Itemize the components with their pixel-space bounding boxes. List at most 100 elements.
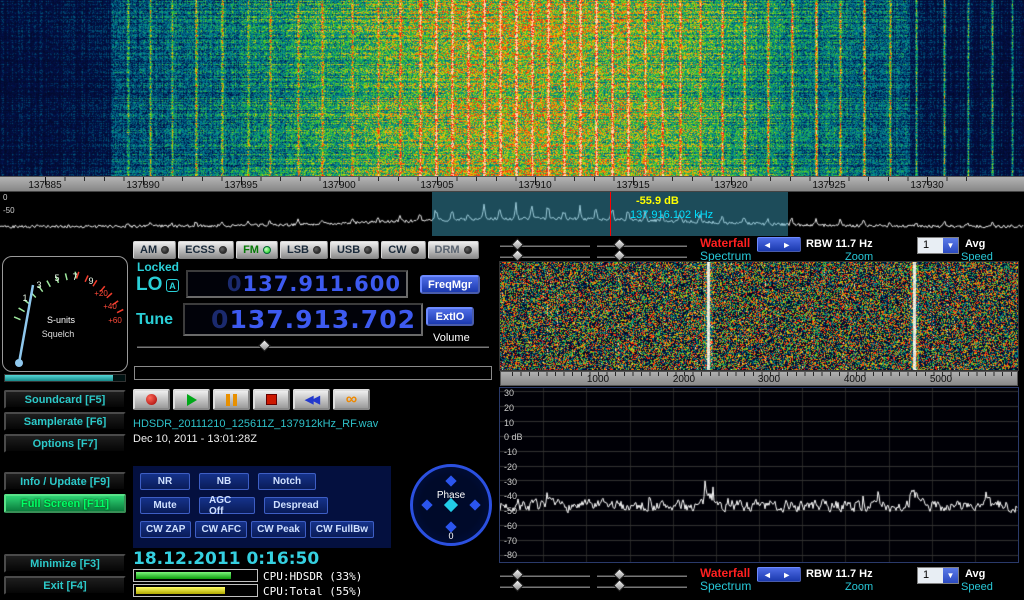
options-button[interactable]: Options [F7] — [4, 434, 126, 453]
lo-frequency-leading-zero: 0 — [227, 272, 243, 296]
cw-zap-button[interactable]: CW ZAP — [140, 521, 191, 538]
audio-scale-label: 5000 — [930, 374, 952, 385]
waterfall-tab[interactable]: Waterfall — [700, 236, 750, 250]
audio-waterfall-display[interactable] — [500, 262, 1018, 370]
mode-lsb-button[interactable]: LSB — [280, 241, 328, 259]
record-button[interactable] — [133, 389, 170, 410]
ruler-label: 137915 — [616, 180, 649, 191]
dsp-row-2: Mute AGC Off Despread — [140, 497, 328, 514]
tune-label: Tune — [136, 311, 173, 329]
locked-label: Locked — [137, 260, 179, 274]
exit-button[interactable]: Exit [F4] — [4, 576, 126, 595]
mode-drm-led-icon — [464, 246, 472, 254]
volume-slider-track[interactable] — [137, 345, 489, 348]
s-meter-tick-9: 9 — [88, 276, 93, 286]
notch-button[interactable]: Notch — [258, 473, 316, 490]
mode-usb-button[interactable]: USB — [330, 241, 379, 259]
mode-drm-button[interactable]: DRM — [428, 241, 479, 259]
cpu-total-bar-fill — [136, 587, 225, 594]
mode-am-led-icon — [161, 246, 169, 254]
spectrum-range-slider-track[interactable] — [597, 255, 687, 258]
lo-frequency-value: 137.911.600 — [243, 272, 401, 296]
smeter-bar-fill — [5, 375, 113, 381]
ruler-label: 137885 — [28, 180, 61, 191]
samplerate-button[interactable]: Samplerate [F6] — [4, 412, 126, 431]
cw-peak-button[interactable]: CW Peak — [251, 521, 306, 538]
db-scale-label: -70 — [504, 536, 517, 546]
lo-lock-badge[interactable]: A — [166, 279, 179, 292]
avg-dropdown[interactable]: 1 ▼ — [917, 237, 959, 254]
zoom-arrows-button[interactable]: ◄ ► — [757, 237, 801, 252]
mute-button[interactable]: Mute — [140, 497, 190, 514]
extio-button[interactable]: ExtIO — [426, 307, 474, 326]
s-meter-tick-5: 5 — [54, 273, 59, 283]
phase-dial[interactable]: Phase 0 — [410, 464, 492, 546]
play-button[interactable] — [173, 389, 210, 410]
ruler-label: 137925 — [812, 180, 845, 191]
mode-lsb-label: LSB — [287, 244, 309, 256]
waterfall-contrast-slider-track-2[interactable] — [597, 574, 687, 577]
rbw-readout: RBW 11.7 Hz — [806, 238, 873, 250]
mode-am-button[interactable]: AM — [133, 241, 176, 259]
freqmgr-button[interactable]: FreqMgr — [420, 275, 480, 294]
overview-spectrum[interactable]: 0 -50 -55.9 dB 137.916.102 kHz — [0, 192, 1024, 236]
rewind-button[interactable]: ◀◀ — [293, 389, 330, 410]
mode-usb-label: USB — [337, 244, 360, 256]
mode-fm-button[interactable]: FM — [236, 241, 278, 259]
avg-dropdown-arrow-icon[interactable]: ▼ — [943, 238, 958, 253]
tune-frequency-display[interactable]: 0137.913.702 — [183, 303, 423, 336]
agc-button[interactable]: AGC Off — [199, 497, 255, 514]
mode-drm-label: DRM — [435, 244, 460, 256]
s-meter-needle-pivot — [15, 359, 23, 367]
ruler-label: 137890 — [126, 180, 159, 191]
pause-button[interactable] — [213, 389, 250, 410]
spectrum-tab-2[interactable]: Spectrum — [700, 579, 751, 593]
avg-dropdown-arrow-icon-2[interactable]: ▼ — [943, 568, 958, 583]
cursor-db-readout: -55.9 dB — [636, 195, 679, 207]
db-scale-label: 10 — [504, 418, 514, 428]
main-waterfall-display[interactable] — [0, 0, 1024, 176]
fullscreen-button[interactable]: Full Screen [F11] — [4, 494, 126, 513]
soundcard-button[interactable]: Soundcard [F5] — [4, 390, 126, 409]
stop-button[interactable] — [253, 389, 290, 410]
frequency-ruler[interactable]: 137885 137890 137895 137900 137905 13791… — [0, 176, 1024, 192]
s-meter-tick-p40: +40 — [103, 302, 117, 311]
waterfall-contrast-slider-track[interactable] — [597, 244, 687, 247]
cw-afc-button[interactable]: CW AFC — [195, 521, 247, 538]
cw-fullbw-button[interactable]: CW FullBw — [310, 521, 374, 538]
s-meter: 1 3 5 7 9 +20 +40 +60 S-units Squelch — [2, 256, 128, 372]
spectrum-range-slider-track-2[interactable] — [597, 585, 687, 588]
nb-button[interactable]: NB — [199, 473, 249, 490]
lo-label: LO — [136, 274, 162, 296]
rewind-icon: ◀◀ — [305, 393, 318, 406]
avg-dropdown-value-2: 1 — [918, 568, 943, 583]
db-scale-label: -20 — [504, 462, 517, 472]
zoom-arrows-button-2[interactable]: ◄ ► — [757, 567, 801, 582]
loop-button[interactable]: ∞ — [333, 389, 370, 410]
lo-frequency-display[interactable]: 0137.911.600 — [186, 270, 408, 298]
volume-label: Volume — [433, 332, 470, 344]
nr-button[interactable]: NR — [140, 473, 190, 490]
mode-ecss-button[interactable]: ECSS — [178, 241, 234, 259]
db-scale-label: -30 — [504, 477, 517, 487]
audio-scale-label: 1000 — [587, 374, 609, 385]
mode-fm-led-icon — [263, 246, 271, 254]
audio-spectrum-display[interactable] — [500, 388, 1018, 562]
avg-dropdown-2[interactable]: 1 ▼ — [917, 567, 959, 584]
db-scale-label: -60 — [504, 521, 517, 531]
mode-cw-button[interactable]: CW — [381, 241, 425, 259]
audio-frequency-scale[interactable]: 1000 2000 3000 4000 5000 — [500, 371, 1018, 386]
ruler-label: 137895 — [224, 180, 257, 191]
ruler-label: 137920 — [714, 180, 747, 191]
despread-button[interactable]: Despread — [264, 497, 328, 514]
secondary-slider-track[interactable] — [134, 366, 492, 380]
mode-am-label: AM — [140, 244, 157, 256]
info-update-button[interactable]: Info / Update [F9] — [4, 472, 126, 491]
waterfall-tab-2[interactable]: Waterfall — [700, 566, 750, 580]
cpu-hdsdr-bar-fill — [136, 572, 231, 579]
zoom-label-2: Zoom — [845, 581, 873, 593]
s-meter-tick-p20: +20 — [94, 289, 108, 298]
recording-filename: HDSDR_20111210_125611Z_137912kHz_RF.wav — [133, 418, 378, 430]
minimize-button[interactable]: Minimize [F3] — [4, 554, 126, 573]
mode-ecss-label: ECSS — [185, 244, 215, 256]
